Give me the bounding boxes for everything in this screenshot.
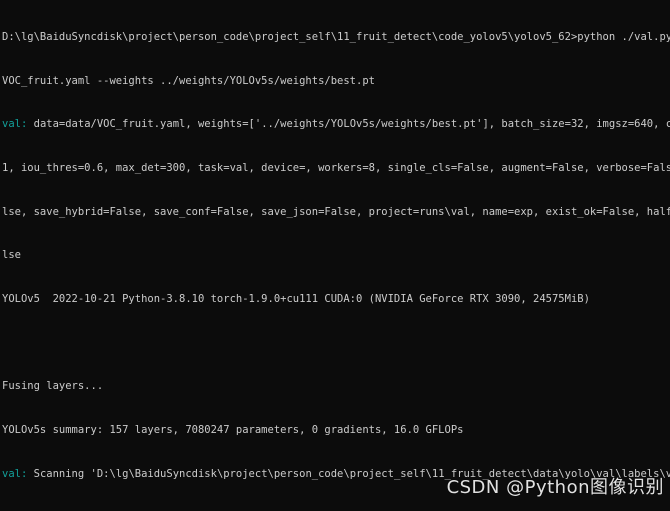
scanning-line: val: Scanning 'D:\lg\BaiduSyncdisk\proje… [2,467,670,482]
model-summary-line: YOLOv5s summary: 157 layers, 7080247 par… [2,423,464,436]
args-line-2: 1, iou_thres=0.6, max_det=300, task=val,… [2,162,670,175]
args-line-3: lse, save_hybrid=False, save_conf=False,… [2,205,670,218]
val-prefix-scan: val: [2,467,28,480]
args-line-4: lse [2,249,21,262]
fusing-line: Fusing layers... [2,380,104,393]
args-line-1: val: data=data/VOC_fruit.yaml, weights=[… [2,117,670,132]
command-line-2: VOC_fruit.yaml --weights ../weights/YOLO… [2,74,375,87]
terminal-output[interactable]: D:\lg\BaiduSyncdisk\project\person_code\… [0,0,670,511]
blank-line-1 [2,336,670,351]
scanning-line-text: Scanning 'D:\lg\BaiduSyncdisk\project\pe… [33,467,670,480]
args-line-1-text: data=data/VOC_fruit.yaml, weights=['../w… [33,118,670,131]
version-line: YOLOv5 2022-10-21 Python-3.8.10 torch-1.… [2,292,590,305]
val-prefix: val: [2,118,28,131]
command-line-1: D:\lg\BaiduSyncdisk\project\person_code\… [2,31,670,44]
